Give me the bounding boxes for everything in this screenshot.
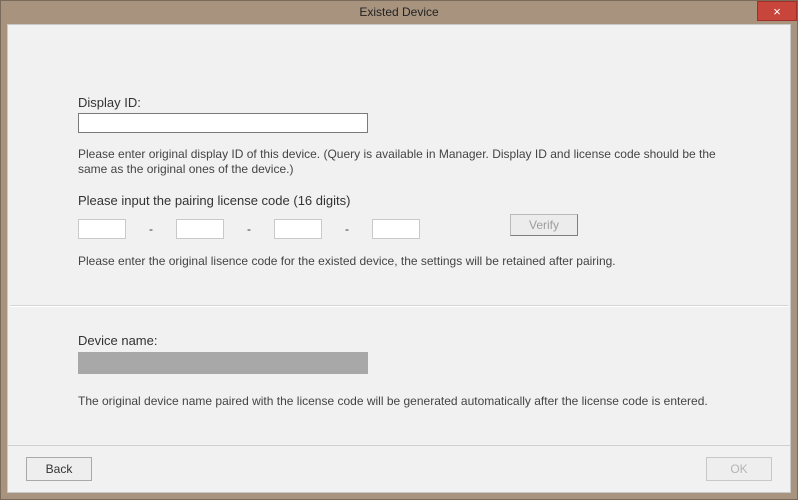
close-icon: × [773, 4, 781, 19]
code-separator: - [126, 222, 176, 236]
code-separator: - [322, 222, 372, 236]
license-code-help: Please enter the original lisence code f… [78, 254, 720, 268]
close-button[interactable]: × [757, 1, 797, 21]
ok-button[interactable]: OK [706, 457, 772, 481]
code-separator: - [224, 222, 274, 236]
window-title: Existed Device [359, 1, 438, 23]
dialog-footer: Back OK [8, 445, 790, 492]
device-name-help: The original device name paired with the… [78, 394, 720, 408]
display-id-section: Display ID: Please enter original displa… [78, 95, 720, 177]
license-code-input-1[interactable] [78, 219, 126, 239]
device-name-section: Device name: The original device name pa… [78, 333, 720, 408]
license-code-label: Please input the pairing license code (1… [78, 193, 720, 208]
display-id-label: Display ID: [78, 95, 720, 110]
section-divider [10, 305, 788, 307]
license-code-input-2[interactable] [176, 219, 224, 239]
device-name-output [78, 352, 368, 374]
device-name-label: Device name: [78, 333, 720, 348]
titlebar: Existed Device × [1, 1, 797, 23]
license-code-input-3[interactable] [274, 219, 322, 239]
client-area: Display ID: Please enter original displa… [7, 24, 791, 493]
verify-button[interactable]: Verify [510, 214, 578, 236]
license-code-row: - - - Verify [78, 218, 720, 240]
back-button[interactable]: Back [26, 457, 92, 481]
display-id-input[interactable] [78, 113, 368, 133]
license-code-input-4[interactable] [372, 219, 420, 239]
display-id-help: Please enter original display ID of this… [78, 147, 720, 177]
license-code-section: Please input the pairing license code (1… [78, 193, 720, 268]
dialog-window: Existed Device × Display ID: Please ente… [0, 0, 798, 500]
